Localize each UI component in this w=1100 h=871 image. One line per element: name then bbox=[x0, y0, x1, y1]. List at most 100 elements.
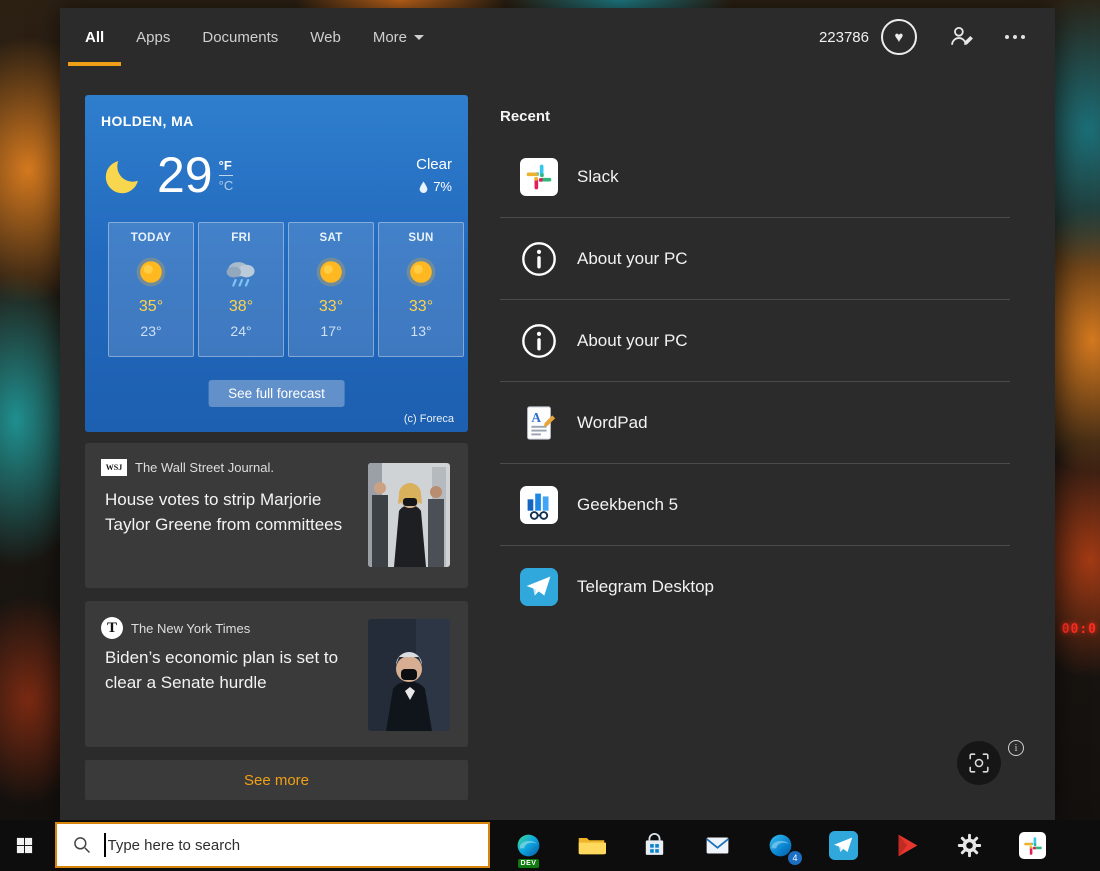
red-play-icon bbox=[892, 831, 921, 860]
news-source: The Wall Street Journal. bbox=[135, 460, 274, 475]
recent-item-label: Geekbench 5 bbox=[577, 495, 678, 515]
tab-apps-label: Apps bbox=[136, 29, 170, 46]
mail-icon bbox=[703, 831, 732, 860]
weather-card[interactable]: HOLDEN, MA 29 °F °C Clear bbox=[85, 95, 468, 432]
forecast-grid: TODAY 35° 23° FRI bbox=[108, 222, 464, 357]
start-button[interactable] bbox=[0, 820, 48, 871]
forecast-day-fri[interactable]: FRI 38° 24° bbox=[198, 222, 284, 357]
taskbar-mail[interactable] bbox=[686, 820, 749, 871]
news-card-wsj[interactable]: WSJ The Wall Street Journal. House votes… bbox=[85, 443, 468, 588]
sun-icon bbox=[133, 254, 169, 290]
rewards-heart-icon[interactable]: ♥ bbox=[881, 19, 917, 55]
forecast-high: 38° bbox=[229, 298, 253, 316]
weather-location: HOLDEN, MA bbox=[101, 113, 194, 129]
see-more-button[interactable]: See more bbox=[85, 760, 468, 800]
forecast-day-label: TODAY bbox=[131, 232, 172, 244]
news-thumbnail bbox=[368, 619, 450, 731]
forecast-low: 23° bbox=[140, 323, 161, 339]
forecast-day-sun[interactable]: SUN 33° 13° bbox=[378, 222, 464, 357]
precipitation-value: 7% bbox=[433, 179, 452, 194]
wsj-logo: WSJ bbox=[101, 459, 127, 476]
search-input[interactable] bbox=[108, 837, 489, 854]
forecast-high: 35° bbox=[139, 298, 163, 316]
forecast-day-sat[interactable]: SAT 33° 17° bbox=[288, 222, 374, 357]
recent-section-title: Recent bbox=[500, 108, 550, 125]
tab-documents-label: Documents bbox=[202, 29, 278, 46]
recent-item-geekbench[interactable]: Geekbench 5 bbox=[500, 464, 1010, 546]
unit-toggle[interactable]: °F °C bbox=[219, 158, 234, 193]
forecast-day-today[interactable]: TODAY 35° 23° bbox=[108, 222, 194, 357]
recent-item-label: WordPad bbox=[577, 413, 648, 433]
search-tabs-bar: All Apps Documents Web More 223786 ♥ bbox=[60, 8, 1055, 66]
taskbar-edge[interactable]: 4 bbox=[749, 820, 812, 871]
current-temperature: 29 bbox=[157, 150, 213, 200]
unit-fahrenheit[interactable]: °F bbox=[219, 158, 234, 176]
header-right-cluster: 223786 ♥ bbox=[819, 8, 1025, 66]
news-thumbnail bbox=[368, 463, 450, 567]
gear-icon bbox=[955, 831, 984, 860]
news-headline: House votes to strip Marjorie Taylor Gre… bbox=[105, 487, 355, 537]
recent-item-label: Slack bbox=[577, 167, 619, 187]
sun-icon bbox=[313, 254, 349, 290]
tab-more-label: More bbox=[373, 29, 407, 46]
taskbar-store[interactable] bbox=[623, 820, 686, 871]
taskbar-media-app[interactable] bbox=[875, 820, 938, 871]
precipitation: 7% bbox=[416, 179, 452, 194]
moon-icon bbox=[101, 152, 147, 198]
forecast-high: 33° bbox=[409, 298, 433, 316]
nyt-logo: T bbox=[101, 617, 123, 639]
geekbench-icon bbox=[520, 486, 558, 524]
sun-icon bbox=[403, 254, 439, 290]
info-icon bbox=[520, 240, 558, 278]
unit-celsius[interactable]: °C bbox=[219, 176, 234, 193]
search-tabs: All Apps Documents Web More bbox=[85, 8, 424, 66]
visual-search-button[interactable] bbox=[957, 741, 1001, 785]
visual-search-info-icon[interactable]: i bbox=[1008, 740, 1024, 756]
forecast-day-label: SAT bbox=[319, 232, 342, 244]
edge-dev-icon bbox=[514, 831, 543, 860]
edge-notification-badge: 4 bbox=[788, 851, 802, 865]
chevron-down-icon bbox=[414, 35, 424, 40]
visual-search-icon bbox=[968, 752, 990, 774]
more-options-icon[interactable] bbox=[1005, 35, 1025, 39]
recent-item-slack[interactable]: Slack bbox=[500, 136, 1010, 218]
tab-all-label: All bbox=[85, 29, 104, 46]
tab-more[interactable]: More bbox=[373, 8, 424, 66]
heart-glyph: ♥ bbox=[895, 29, 904, 46]
tab-web[interactable]: Web bbox=[310, 8, 341, 66]
taskbar-telegram[interactable] bbox=[812, 820, 875, 871]
text-caret bbox=[104, 833, 106, 857]
telegram-icon bbox=[829, 831, 858, 860]
windows-logo-icon bbox=[15, 836, 34, 855]
info-icon bbox=[520, 322, 558, 360]
taskbar-icons: DEV bbox=[497, 820, 1064, 871]
slack-icon bbox=[1019, 832, 1046, 859]
recent-item-about-pc-1[interactable]: About your PC bbox=[500, 218, 1010, 300]
recent-list: Slack About your PC bbox=[500, 136, 1010, 628]
recent-item-about-pc-2[interactable]: About your PC bbox=[500, 300, 1010, 382]
forecast-low: 17° bbox=[320, 323, 341, 339]
see-full-forecast-button[interactable]: See full forecast bbox=[208, 380, 345, 407]
weather-condition: Clear bbox=[416, 156, 452, 173]
telegram-icon bbox=[520, 568, 558, 606]
recent-item-label: About your PC bbox=[577, 331, 688, 351]
recent-item-wordpad[interactable]: A WordPad bbox=[500, 382, 1010, 464]
taskbar-settings[interactable] bbox=[938, 820, 1001, 871]
recent-item-telegram[interactable]: Telegram Desktop bbox=[500, 546, 1010, 628]
forecast-day-label: SUN bbox=[408, 232, 433, 244]
forecast-low: 24° bbox=[230, 323, 251, 339]
news-card-nyt[interactable]: T The New York Times Biden’s economic pl… bbox=[85, 601, 468, 747]
taskbar-slack[interactable] bbox=[1001, 820, 1064, 871]
recent-item-label: Telegram Desktop bbox=[577, 577, 714, 597]
forecast-day-label: FRI bbox=[231, 232, 250, 244]
news-source: The New York Times bbox=[131, 621, 250, 636]
tab-documents[interactable]: Documents bbox=[202, 8, 278, 66]
taskbar-edge-dev[interactable]: DEV bbox=[497, 820, 560, 871]
news-source-row: T The New York Times bbox=[101, 617, 250, 639]
taskbar-search-box[interactable] bbox=[55, 822, 490, 868]
taskbar-file-explorer[interactable] bbox=[560, 820, 623, 871]
weather-attribution: (c) Foreca bbox=[404, 413, 454, 425]
feedback-icon[interactable] bbox=[949, 24, 975, 50]
tab-all[interactable]: All bbox=[85, 8, 104, 66]
tab-apps[interactable]: Apps bbox=[136, 8, 170, 66]
